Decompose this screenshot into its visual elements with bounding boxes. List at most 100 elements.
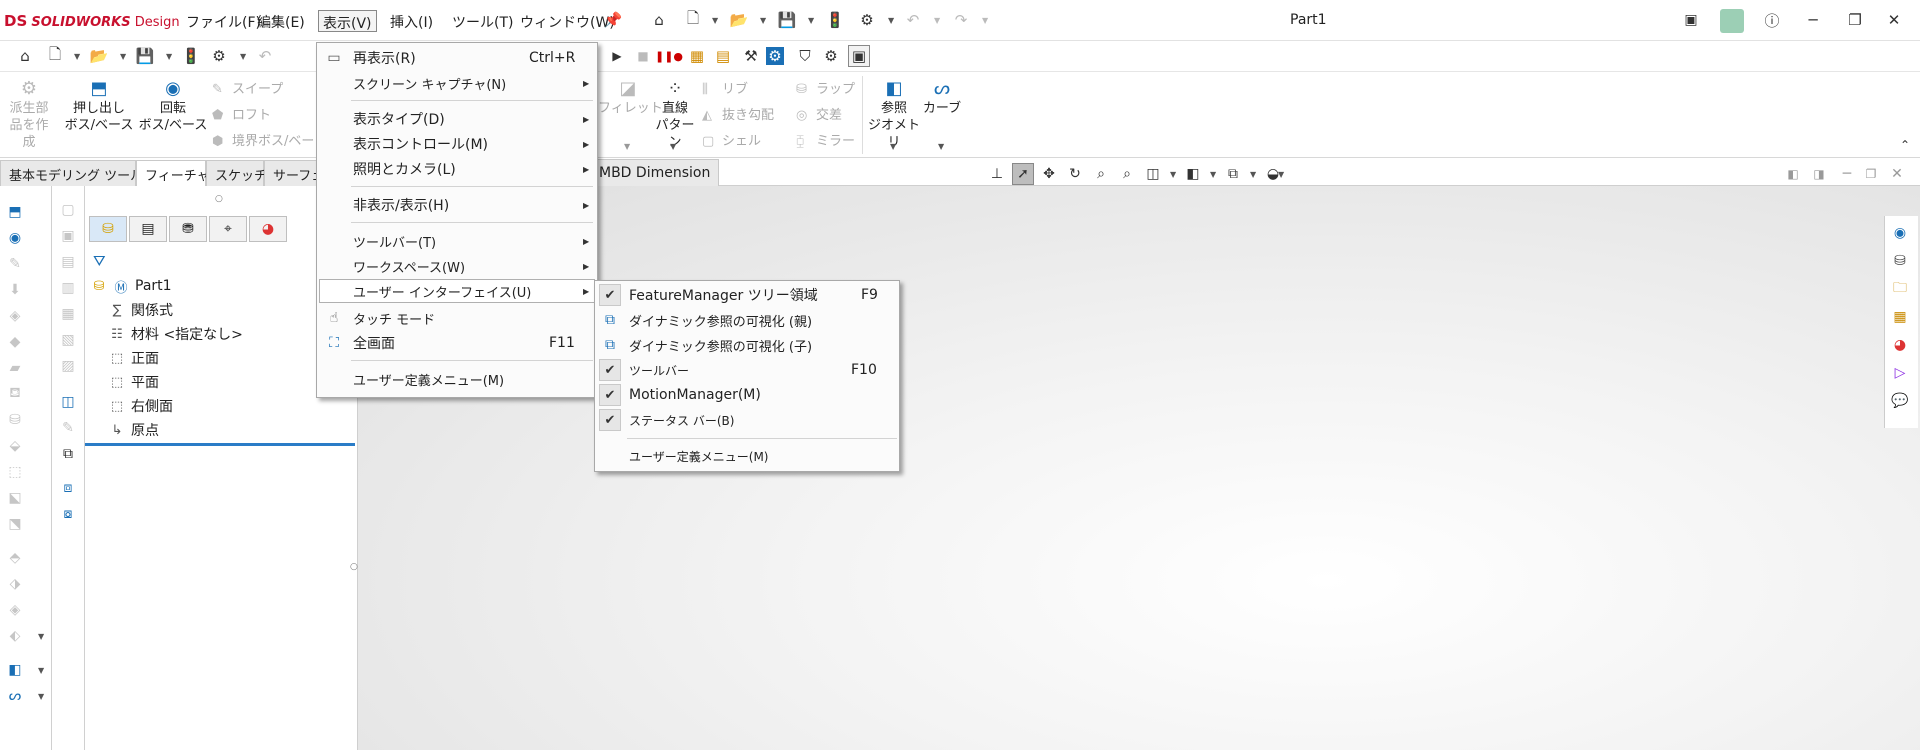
- tab-basic-modeling[interactable]: 基本モデリング ツール: [0, 160, 143, 186]
- mirror-button[interactable]: ⧮ ミラー: [796, 130, 855, 149]
- design-library-icon[interactable]: ⛁: [1886, 248, 1914, 274]
- menu-edit[interactable]: 編集(E): [253, 10, 309, 32]
- submenu-item-toolbars[interactable]: ツールバー F10: [597, 358, 897, 382]
- menu-item-workspace[interactable]: ワークスペース(W) ▶: [319, 254, 595, 278]
- menu-item-fullscreen[interactable]: 全画面 F11: [319, 331, 595, 355]
- user-avatar[interactable]: [1720, 9, 1744, 33]
- wrap-button[interactable]: ⛁ ラップ: [796, 78, 855, 97]
- curves-button[interactable]: ᔕ カーブ: [922, 78, 962, 117]
- restore-icon[interactable]: ❐: [1842, 8, 1868, 32]
- options-gear-icon[interactable]: ⚙: [208, 45, 230, 67]
- sweep-strip-icon[interactable]: ✎: [4, 254, 26, 274]
- viewport-minimize-icon[interactable]: ─: [1836, 163, 1858, 185]
- macro-edit-icon[interactable]: ▦: [686, 45, 708, 67]
- strip2-g-icon[interactable]: ▨: [57, 356, 79, 376]
- strip2-j-icon[interactable]: ⧉: [57, 444, 79, 464]
- menu-item-hide-show[interactable]: 非表示/表示(H) ▶: [319, 193, 595, 217]
- hide-dropdown-icon[interactable]: ▼: [1250, 170, 1256, 179]
- collapse-ribbon-icon[interactable]: ⌃: [1894, 134, 1916, 156]
- extrude-strip-icon[interactable]: ⬒: [4, 202, 26, 222]
- refgeom-strip-dropdown-icon[interactable]: ▼: [38, 666, 44, 675]
- wrap-strip-icon[interactable]: ⬚: [4, 462, 26, 482]
- intersect-button[interactable]: ◎ 交差: [796, 104, 842, 123]
- options-gear-icon[interactable]: ⚙: [856, 9, 878, 31]
- fm-tab-appearance[interactable]: ◕: [249, 216, 287, 242]
- draft-button[interactable]: ◭ 抜き勾配: [702, 104, 774, 123]
- panel-grip-icon[interactable]: ○: [215, 194, 223, 204]
- submenu-item-motionmanager[interactable]: MotionManager(M): [597, 383, 897, 407]
- tree-item-front-plane[interactable]: ⬚ 正面: [109, 348, 159, 368]
- zoom-to-fit-icon[interactable]: ⌕: [1116, 163, 1138, 185]
- tree-item-right-plane[interactable]: ⬚ 右側面: [109, 396, 173, 416]
- tab-features[interactable]: フィーチャー: [136, 160, 223, 186]
- linear-pattern-button[interactable]: ⁘ 直線 パターン: [654, 78, 696, 151]
- boundary-boss-button[interactable]: ⬢ 境界ボス/ベー: [212, 130, 314, 149]
- undo-dropdown-icon[interactable]: ▼: [934, 16, 940, 25]
- menu-item-user-interface[interactable]: ユーザー インターフェイス(U) ▶: [319, 279, 595, 303]
- fillet-dropdown-icon[interactable]: ▼: [624, 142, 630, 151]
- combine-dropdown-icon[interactable]: ▼: [38, 632, 44, 641]
- submenu-item-dynamic-parent[interactable]: ダイナミック参照の可視化 (親): [597, 308, 897, 332]
- pattern-strip-icon[interactable]: ⬘: [4, 548, 26, 568]
- help-icon[interactable]: ⓘ: [1759, 8, 1785, 32]
- viewport-close-icon[interactable]: ✕: [1886, 163, 1908, 185]
- curves-strip-icon[interactable]: ᔕ: [4, 686, 26, 706]
- forum-icon[interactable]: 💬: [1886, 388, 1914, 414]
- macro-button-icon[interactable]: ⚙: [766, 47, 784, 65]
- extrude-boss-button[interactable]: ⬒ 押し出し ボス/ベース: [62, 78, 136, 134]
- revolve-strip-icon[interactable]: ◉: [4, 228, 26, 248]
- open-icon[interactable]: 📂: [728, 9, 750, 31]
- flex-strip-icon[interactable]: ⬔: [4, 514, 26, 534]
- home-icon[interactable]: ⌂: [648, 9, 670, 31]
- cut-strip-icon[interactable]: ◆: [4, 332, 26, 352]
- macro-addin-icon[interactable]: ⚙: [820, 45, 842, 67]
- refgeom-dropdown-icon[interactable]: ▼: [890, 142, 896, 151]
- boundary-strip-icon[interactable]: ◈: [4, 306, 26, 326]
- record-macro-icon[interactable]: ❚❚●: [655, 45, 683, 67]
- save-dropdown-icon[interactable]: ▼: [808, 16, 814, 25]
- strip2-l-icon[interactable]: ⧇: [57, 504, 79, 524]
- dome-strip-icon[interactable]: ⬕: [4, 488, 26, 508]
- stop-macro-icon[interactable]: ■: [632, 45, 654, 67]
- redo-dropdown-icon[interactable]: ▼: [982, 16, 988, 25]
- home-icon[interactable]: ⌂: [14, 45, 36, 67]
- undo-icon[interactable]: ↶: [902, 9, 924, 31]
- appearances-icon[interactable]: ◕: [1886, 332, 1914, 358]
- menu-view[interactable]: 表示(V): [318, 10, 377, 32]
- new-dropdown-icon[interactable]: ▼: [712, 16, 718, 25]
- solidworks-resources-icon[interactable]: ◉: [1886, 220, 1914, 246]
- display-style-icon[interactable]: ◧: [1182, 163, 1204, 185]
- filter-icon[interactable]: ⛛: [93, 252, 106, 270]
- macro-options-icon[interactable]: ▣: [848, 45, 870, 67]
- traffic-light-icon[interactable]: 🚦: [824, 9, 846, 31]
- submenu-item-custom-menu[interactable]: ユーザー定義メニュー(M): [597, 444, 897, 468]
- tab-sketch[interactable]: スケッチ: [206, 160, 267, 186]
- custom-properties-icon[interactable]: ▷: [1886, 360, 1914, 386]
- ref-geometry-strip-icon[interactable]: ◧: [4, 660, 26, 680]
- macro-custom-icon[interactable]: ⚒: [740, 45, 762, 67]
- rollback-bar[interactable]: [85, 443, 355, 446]
- tab-surfaces[interactable]: サーフェス: [264, 160, 337, 186]
- open-dropdown-icon[interactable]: ▼: [760, 16, 766, 25]
- strip2-d-icon[interactable]: ▥: [57, 278, 79, 298]
- new-dropdown-icon[interactable]: ▼: [74, 52, 80, 61]
- rotate-icon[interactable]: ↻: [1064, 163, 1086, 185]
- loft-strip-icon[interactable]: ⬇: [4, 280, 26, 300]
- view-orientation-icon[interactable]: ⊥: [986, 163, 1008, 185]
- fm-tab-property[interactable]: ▤: [129, 216, 167, 242]
- display-dropdown-icon[interactable]: ▼: [1210, 170, 1216, 179]
- strip2-h-icon[interactable]: ◫: [57, 392, 79, 412]
- strip2-e-icon[interactable]: ▦: [57, 304, 79, 324]
- rib-button[interactable]: ⫼ リブ: [702, 78, 748, 97]
- file-explorer-icon[interactable]: 🗀: [1886, 276, 1914, 302]
- strip2-b-icon[interactable]: ▣: [57, 226, 79, 246]
- revolve-boss-button[interactable]: ◉ 回転 ボス/ベース: [138, 78, 208, 134]
- strip2-c-icon[interactable]: ▤: [57, 252, 79, 272]
- pattern-dropdown-icon[interactable]: ▼: [670, 142, 676, 151]
- tree-root-part[interactable]: ⛁ Ⓜ Part1: [91, 276, 172, 296]
- redo-icon[interactable]: ↷: [950, 9, 972, 31]
- shell-button[interactable]: ▢ シェル: [702, 130, 761, 149]
- viewport-restore-icon[interactable]: ❐: [1860, 163, 1882, 185]
- fillet-strip-icon[interactable]: ▰: [4, 358, 26, 378]
- tree-item-equations[interactable]: ∑ 関係式: [109, 300, 173, 320]
